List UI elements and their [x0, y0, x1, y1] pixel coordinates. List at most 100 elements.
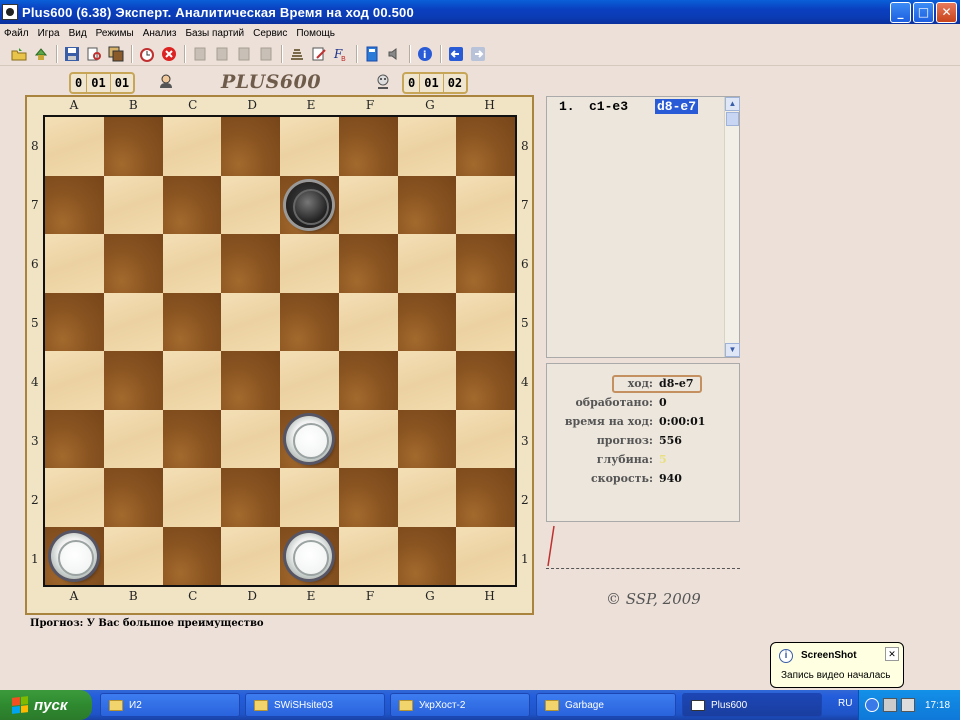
square-f6[interactable] [338, 234, 398, 293]
square-h4[interactable] [456, 351, 515, 410]
square-a7[interactable] [45, 175, 104, 234]
stop-icon[interactable] [160, 45, 178, 63]
square-e6[interactable] [280, 234, 339, 293]
book-icon[interactable] [363, 45, 381, 63]
square-g1[interactable] [397, 526, 457, 585]
square-e3[interactable] [280, 409, 339, 468]
menu-view[interactable]: Вид [69, 28, 87, 39]
square-b5[interactable] [103, 292, 163, 351]
open-icon[interactable] [10, 45, 28, 63]
square-g3[interactable] [397, 409, 457, 468]
menu-modes[interactable]: Режимы [96, 28, 134, 39]
square-h7[interactable] [456, 175, 515, 234]
square-f8[interactable] [338, 117, 398, 176]
square-e1[interactable] [280, 526, 339, 585]
notes-icon[interactable] [288, 45, 306, 63]
square-f2[interactable] [338, 468, 398, 527]
square-d5[interactable] [221, 292, 280, 351]
menu-analysis[interactable]: Анализ [143, 28, 177, 39]
square-b1[interactable] [103, 526, 163, 585]
square-g6[interactable] [397, 234, 457, 293]
square-b6[interactable] [103, 234, 163, 293]
square-g4[interactable] [397, 351, 457, 410]
back-arrow-icon[interactable] [447, 45, 465, 63]
square-e5[interactable] [280, 292, 339, 351]
square-c5[interactable] [162, 292, 222, 351]
menu-service[interactable]: Сервис [253, 28, 287, 39]
square-c7[interactable] [162, 175, 222, 234]
save-icon[interactable] [63, 45, 81, 63]
end-disabled-icon[interactable] [257, 45, 275, 63]
white-move[interactable]: c1-e3 [589, 99, 655, 114]
square-c4[interactable] [162, 351, 222, 410]
square-b7[interactable] [103, 175, 163, 234]
edit-icon[interactable] [310, 45, 328, 63]
square-a5[interactable] [45, 292, 104, 351]
language-indicator[interactable]: RU [838, 698, 852, 709]
close-button[interactable]: ✕ [936, 2, 957, 23]
taskbar-item[interactable]: Garbage [536, 693, 676, 717]
square-h1[interactable] [456, 526, 515, 585]
menu-help[interactable]: Помощь [296, 28, 335, 39]
square-f3[interactable] [338, 409, 398, 468]
taskbar-item[interactable]: И2 [100, 693, 240, 717]
square-g8[interactable] [397, 117, 457, 176]
info-icon[interactable]: i [416, 45, 434, 63]
square-h2[interactable] [456, 468, 515, 527]
square-f1[interactable] [338, 526, 398, 585]
square-e7[interactable] [280, 175, 339, 234]
scroll-down-icon[interactable]: ▼ [725, 343, 740, 357]
white-checker[interactable] [286, 532, 333, 579]
taskbar-item[interactable]: УкрХост-2 [390, 693, 530, 717]
taskbar-item-active[interactable]: Plus600 [682, 693, 822, 717]
square-c6[interactable] [162, 234, 222, 293]
scroll-thumb[interactable] [726, 112, 739, 126]
square-e8[interactable] [280, 117, 339, 176]
clock[interactable]: 17:18 [925, 700, 950, 711]
print-preview-icon[interactable] [85, 45, 103, 63]
black-move[interactable]: d8-e7 [655, 99, 699, 114]
square-b2[interactable] [103, 468, 163, 527]
square-a8[interactable] [45, 117, 104, 176]
checkers-board[interactable] [43, 115, 517, 587]
monitor-icon[interactable] [901, 698, 915, 712]
black-checker[interactable] [286, 181, 333, 228]
square-g7[interactable] [397, 175, 457, 234]
chevron-left-icon[interactable] [865, 698, 879, 712]
square-d1[interactable] [221, 526, 280, 585]
move-row[interactable]: 1. c1-e3 d8-e7 [547, 97, 739, 114]
square-a1[interactable] [45, 526, 104, 585]
forward-arrow-icon[interactable] [469, 45, 487, 63]
square-h5[interactable] [456, 292, 515, 351]
start-button[interactable]: пуск [0, 690, 92, 720]
menu-game-bases[interactable]: Базы партий [185, 28, 244, 39]
square-b8[interactable] [103, 117, 163, 176]
move-list[interactable]: 1. c1-e3 d8-e7 ▲ ▼ [546, 96, 740, 358]
square-a6[interactable] [45, 234, 104, 293]
square-d8[interactable] [221, 117, 280, 176]
square-h3[interactable] [456, 409, 515, 468]
white-checker[interactable] [51, 532, 98, 579]
square-g5[interactable] [397, 292, 457, 351]
square-c1[interactable] [162, 526, 222, 585]
square-f5[interactable] [338, 292, 398, 351]
square-h8[interactable] [456, 117, 515, 176]
square-f7[interactable] [338, 175, 398, 234]
square-c2[interactable] [162, 468, 222, 527]
font-icon[interactable]: FB [332, 45, 350, 63]
scroll-up-icon[interactable]: ▲ [725, 97, 740, 111]
network-icon[interactable] [883, 698, 897, 712]
square-b4[interactable] [103, 351, 163, 410]
square-c8[interactable] [162, 117, 222, 176]
rewind-disabled-icon[interactable] [191, 45, 209, 63]
square-d7[interactable] [221, 175, 280, 234]
square-d2[interactable] [221, 468, 280, 527]
square-a4[interactable] [45, 351, 104, 410]
square-e4[interactable] [280, 351, 339, 410]
square-f4[interactable] [338, 351, 398, 410]
menu-file[interactable]: Файл [4, 28, 29, 39]
square-c3[interactable] [162, 409, 222, 468]
square-g2[interactable] [397, 468, 457, 527]
menu-game[interactable]: Игра [38, 28, 60, 39]
square-e2[interactable] [280, 468, 339, 527]
